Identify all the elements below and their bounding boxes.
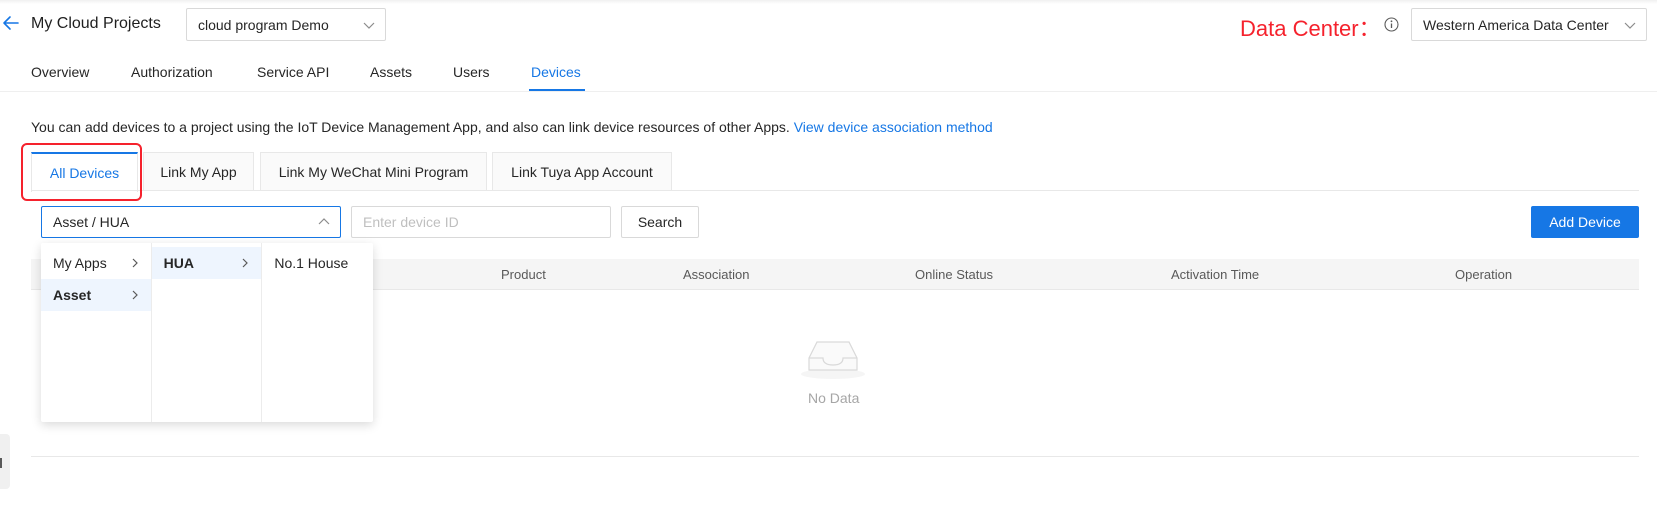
cascader-dropdown: My Apps Asset HUA No.1 House	[41, 243, 373, 422]
table-bottom-border	[31, 456, 1639, 457]
chevron-up-icon	[318, 218, 330, 225]
column-online-status: Online Status	[915, 267, 994, 282]
top-shadow	[0, 0, 1657, 4]
column-association: Association	[683, 267, 750, 282]
description: You can add devices to a project using t…	[31, 119, 993, 135]
data-center-label: Data Center：	[1240, 16, 1381, 41]
cascader-option-my-apps[interactable]: My Apps	[41, 247, 151, 279]
cascader-column-2: HUA	[151, 243, 263, 422]
option-label: No.1 House	[274, 255, 349, 271]
cascader-option-no1-house[interactable]: No.1 House	[262, 247, 373, 279]
tab-link-wechat-mini-program[interactable]: Link My WeChat Mini Program	[260, 152, 487, 191]
tab-assets[interactable]: Assets	[370, 64, 412, 80]
info-icon[interactable]	[1384, 17, 1399, 32]
device-tabs-divider	[31, 190, 1639, 191]
empty-inbox-icon	[801, 341, 865, 379]
option-label: HUA	[163, 255, 195, 271]
back-arrow-icon[interactable]	[2, 14, 20, 32]
search-button[interactable]: Search	[621, 206, 699, 238]
device-id-input[interactable]	[351, 206, 611, 238]
asset-cascader[interactable]: Asset / HUA	[41, 206, 341, 238]
tab-users[interactable]: Users	[453, 64, 490, 80]
cascader-column-3: No.1 House	[262, 243, 373, 422]
tab-devices[interactable]: Devices	[531, 64, 581, 80]
cascader-column-1: My Apps Asset	[41, 243, 152, 422]
cascader-option-asset[interactable]: Asset	[41, 279, 151, 311]
project-select[interactable]: cloud program Demo	[186, 8, 386, 41]
column-activation-time: Activation Time	[1171, 267, 1260, 282]
chevron-down-icon	[1624, 22, 1636, 29]
active-tab-indicator	[529, 89, 585, 91]
chevron-down-icon	[363, 22, 375, 29]
description-text: You can add devices to a project using t…	[31, 119, 790, 135]
data-center-select[interactable]: Western America Data Center	[1411, 8, 1647, 41]
data-center-select-value: Western America Data Center	[1423, 16, 1609, 33]
cascader-value: Asset / HUA	[53, 214, 130, 230]
association-method-link[interactable]: View device association method	[794, 119, 993, 135]
column-operation: Operation	[1455, 267, 1513, 282]
tab-link-tuya-app-account[interactable]: Link Tuya App Account	[492, 152, 672, 191]
highlight-box	[21, 143, 142, 201]
page-title: My Cloud Projects	[31, 15, 161, 32]
tab-authorization[interactable]: Authorization	[131, 64, 213, 80]
drawer-handle-grip-icon	[0, 458, 2, 468]
tab-link-my-app[interactable]: Link My App	[143, 152, 254, 191]
chevron-right-icon	[132, 258, 138, 268]
option-label: My Apps	[53, 255, 107, 271]
column-product: Product	[501, 267, 546, 282]
add-device-button[interactable]: Add Device	[1531, 206, 1639, 238]
chevron-right-icon	[242, 258, 249, 268]
cascader-option-hua[interactable]: HUA	[151, 247, 262, 279]
project-select-value: cloud program Demo	[198, 16, 329, 33]
chevron-right-icon	[132, 290, 138, 300]
tab-overview[interactable]: Overview	[31, 64, 89, 80]
empty-text: No Data	[808, 390, 860, 406]
option-label: Asset	[53, 287, 92, 303]
tab-service-api[interactable]: Service API	[257, 64, 329, 80]
tabs-divider	[0, 91, 1657, 92]
